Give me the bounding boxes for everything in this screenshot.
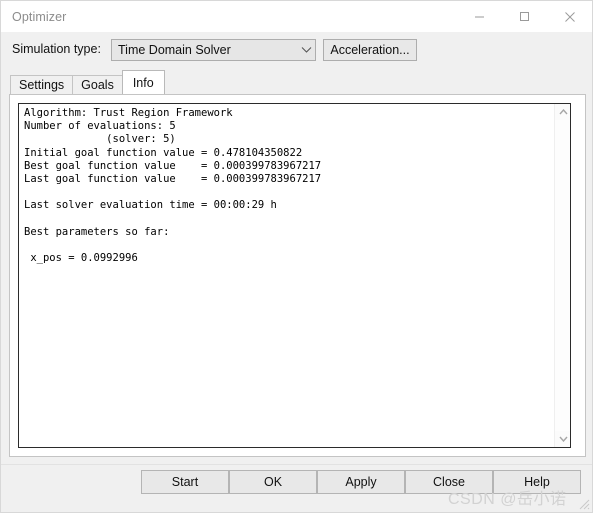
divider — [1, 464, 592, 465]
close-button[interactable] — [547, 1, 592, 32]
tab-goals[interactable]: Goals — [72, 75, 123, 94]
chevron-down-icon — [297, 46, 315, 54]
window-title: Optimizer — [12, 9, 67, 24]
start-button[interactable]: Start — [141, 470, 229, 494]
tab-panel-info: Algorithm: Trust Region Framework Number… — [9, 94, 586, 457]
titlebar: Optimizer — [1, 1, 592, 32]
dialog-button-bar: Start OK Apply Close Help — [1, 470, 592, 496]
acceleration-button[interactable]: Acceleration... — [323, 39, 417, 61]
close-icon — [564, 11, 576, 23]
window-controls — [457, 1, 592, 32]
info-output-textarea[interactable]: Algorithm: Trust Region Framework Number… — [18, 103, 571, 448]
tab-settings[interactable]: Settings — [10, 75, 74, 94]
maximize-button[interactable] — [502, 1, 547, 32]
resize-grip-icon[interactable] — [576, 496, 590, 510]
ok-button[interactable]: OK — [229, 470, 317, 494]
close-button-bottom[interactable]: Close — [405, 470, 493, 494]
minimize-icon — [474, 11, 485, 22]
simulation-type-select[interactable]: Time Domain Solver — [111, 39, 316, 61]
scrollbar-track[interactable] — [555, 120, 570, 431]
simulation-type-row: Simulation type: Time Domain Solver Acce… — [1, 39, 592, 63]
scroll-up-arrow-icon[interactable] — [555, 104, 570, 120]
maximize-icon — [519, 11, 530, 22]
apply-button[interactable]: Apply — [317, 470, 405, 494]
help-button[interactable]: Help — [493, 470, 581, 494]
simulation-type-label: Simulation type: — [12, 42, 101, 56]
info-output-text: Algorithm: Trust Region Framework Number… — [24, 107, 322, 265]
simulation-type-value: Time Domain Solver — [118, 43, 231, 57]
vertical-scrollbar[interactable] — [554, 104, 570, 447]
scroll-down-arrow-icon[interactable] — [555, 431, 570, 447]
tabstrip: Settings Goals Info — [10, 70, 165, 94]
tab-info[interactable]: Info — [121, 70, 165, 94]
minimize-button[interactable] — [457, 1, 502, 32]
optimizer-dialog: Optimizer Simulation type: Time Domain S… — [0, 0, 593, 513]
